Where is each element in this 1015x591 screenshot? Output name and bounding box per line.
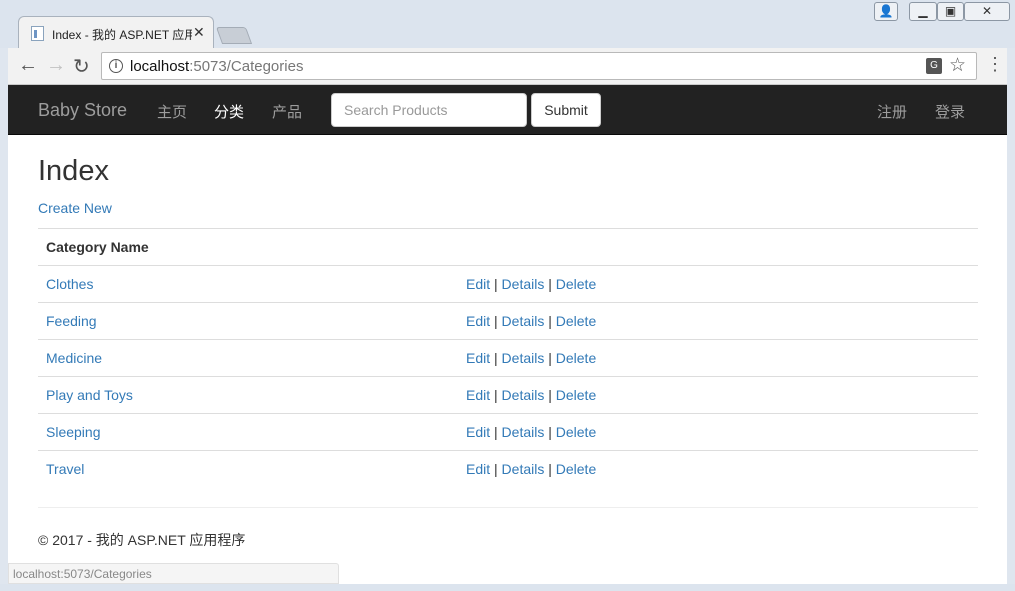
tab-close-icon[interactable]: ✕ bbox=[193, 24, 205, 41]
category-name-cell: Sleeping bbox=[38, 413, 458, 451]
reload-icon[interactable]: ↻ bbox=[73, 54, 90, 79]
details-link[interactable]: Details bbox=[502, 350, 545, 366]
delete-link[interactable]: Delete bbox=[556, 313, 596, 329]
page-favicon-icon bbox=[31, 26, 44, 41]
search-input[interactable] bbox=[331, 93, 527, 127]
category-name-cell: Clothes bbox=[38, 265, 458, 303]
edit-link[interactable]: Edit bbox=[466, 350, 490, 366]
table-row: Play and Toys Edit | Details | Delete bbox=[38, 376, 978, 414]
page-viewport: Baby Store 主页 分类 产品 Submit 注册 登录 Index C… bbox=[8, 85, 1007, 584]
category-name-cell: Travel bbox=[38, 450, 458, 488]
translate-icon[interactable]: G bbox=[926, 58, 942, 74]
category-link[interactable]: Travel bbox=[46, 461, 84, 477]
browser-tab[interactable]: Index - 我的 ASP.NET 应用程序 ✕ bbox=[18, 16, 214, 49]
table-row: Clothes Edit | Details | Delete bbox=[38, 265, 978, 303]
details-link[interactable]: Details bbox=[502, 276, 545, 292]
forward-arrow-icon[interactable]: → bbox=[46, 54, 66, 77]
close-window-button[interactable]: ✕ bbox=[964, 2, 1010, 21]
row-actions-cell: Edit | Details | Delete bbox=[458, 450, 978, 488]
details-link[interactable]: Details bbox=[502, 387, 545, 403]
row-actions-cell: Edit | Details | Delete bbox=[458, 302, 978, 340]
info-icon[interactable]: i bbox=[109, 59, 123, 73]
nav-link-login[interactable]: 登录 bbox=[935, 101, 965, 122]
column-header-actions bbox=[458, 228, 978, 266]
table-header-row: Category Name bbox=[38, 228, 978, 266]
edit-link[interactable]: Edit bbox=[466, 461, 490, 477]
nav-link-home[interactable]: 主页 bbox=[157, 101, 187, 122]
footer-divider bbox=[38, 507, 978, 508]
tab-title: Index - 我的 ASP.NET 应用程序 bbox=[52, 28, 192, 42]
edit-link[interactable]: Edit bbox=[466, 424, 490, 440]
delete-link[interactable]: Delete bbox=[556, 350, 596, 366]
nav-link-products[interactable]: 产品 bbox=[272, 101, 302, 122]
action-separator: | bbox=[494, 387, 498, 403]
details-link[interactable]: Details bbox=[502, 461, 545, 477]
site-brand[interactable]: Baby Store bbox=[38, 100, 127, 121]
nav-link-register[interactable]: 注册 bbox=[877, 101, 907, 122]
action-separator: | bbox=[548, 387, 552, 403]
category-name-cell: Medicine bbox=[38, 339, 458, 377]
details-link[interactable]: Details bbox=[502, 424, 545, 440]
action-separator: | bbox=[494, 461, 498, 478]
delete-link[interactable]: Delete bbox=[556, 424, 596, 440]
category-name-cell: Play and Toys bbox=[38, 376, 458, 414]
edit-link[interactable]: Edit bbox=[466, 387, 490, 403]
category-link[interactable]: Feeding bbox=[46, 313, 97, 329]
row-actions-cell: Edit | Details | Delete bbox=[458, 265, 978, 303]
table-row: Travel Edit | Details | Delete bbox=[38, 450, 978, 488]
action-separator: | bbox=[548, 461, 552, 478]
url-path: :5073/Categories bbox=[189, 58, 304, 75]
categories-table: Category Name Clothes Edit | Details | De… bbox=[38, 228, 978, 488]
action-separator: | bbox=[548, 350, 552, 366]
table-row: Feeding Edit | Details | Delete bbox=[38, 302, 978, 340]
page-title: Index bbox=[38, 155, 109, 187]
edit-link[interactable]: Edit bbox=[466, 276, 490, 292]
site-navbar: Baby Store 主页 分类 产品 Submit 注册 登录 bbox=[8, 85, 1007, 135]
delete-link[interactable]: Delete bbox=[556, 461, 596, 477]
action-separator: | bbox=[494, 350, 498, 366]
details-link[interactable]: Details bbox=[502, 313, 545, 329]
new-tab-button[interactable] bbox=[215, 27, 253, 44]
footer-text: © 2017 - 我的 ASP.NET 应用程序 bbox=[38, 532, 246, 548]
minimize-button[interactable]: ▁ bbox=[909, 2, 937, 21]
table-row: Sleeping Edit | Details | Delete bbox=[38, 413, 978, 451]
action-separator: | bbox=[494, 424, 498, 440]
submit-button[interactable]: Submit bbox=[531, 93, 601, 127]
row-actions-cell: Edit | Details | Delete bbox=[458, 376, 978, 414]
browser-menu-icon[interactable]: ⋮ bbox=[986, 55, 1004, 73]
action-separator: | bbox=[548, 276, 552, 292]
column-header-category-name: Category Name bbox=[38, 228, 458, 266]
row-actions-cell: Edit | Details | Delete bbox=[458, 413, 978, 451]
back-arrow-icon[interactable]: ← bbox=[18, 54, 38, 77]
category-name-cell: Feeding bbox=[38, 302, 458, 340]
action-separator: | bbox=[494, 313, 498, 329]
action-separator: | bbox=[548, 313, 552, 329]
category-link[interactable]: Medicine bbox=[46, 350, 102, 366]
edit-link[interactable]: Edit bbox=[466, 313, 490, 329]
create-new-link[interactable]: Create New bbox=[38, 200, 112, 216]
address-bar[interactable]: i localhost:5073/Categories G ☆ bbox=[101, 52, 977, 80]
window-bottom-edge bbox=[0, 584, 1015, 591]
url-text: localhost:5073/Categories bbox=[130, 58, 303, 75]
action-separator: | bbox=[494, 276, 498, 292]
url-host: localhost bbox=[130, 58, 190, 75]
status-bar-url: localhost:5073/Categories bbox=[8, 563, 339, 584]
delete-link[interactable]: Delete bbox=[556, 276, 596, 292]
user-profile-icon[interactable]: 👤 bbox=[874, 2, 898, 21]
row-actions-cell: Edit | Details | Delete bbox=[458, 339, 978, 377]
window-titlebar: Index - 我的 ASP.NET 应用程序 ✕ 👤 ▁ ▣ ✕ bbox=[0, 0, 1015, 49]
action-separator: | bbox=[548, 424, 552, 440]
table-body: Clothes Edit | Details | Delete Feeding Edi… bbox=[38, 265, 978, 488]
category-link[interactable]: Clothes bbox=[46, 276, 93, 292]
category-link[interactable]: Play and Toys bbox=[46, 387, 133, 403]
browser-toolbar: ← → ↻ i localhost:5073/Categories G ☆ ⋮ bbox=[8, 48, 1007, 85]
category-link[interactable]: Sleeping bbox=[46, 424, 101, 440]
nav-link-categories[interactable]: 分类 bbox=[214, 101, 244, 122]
delete-link[interactable]: Delete bbox=[556, 387, 596, 403]
table-row: Medicine Edit | Details | Delete bbox=[38, 339, 978, 377]
bookmark-star-icon[interactable]: ☆ bbox=[949, 54, 966, 77]
maximize-button[interactable]: ▣ bbox=[937, 2, 964, 21]
